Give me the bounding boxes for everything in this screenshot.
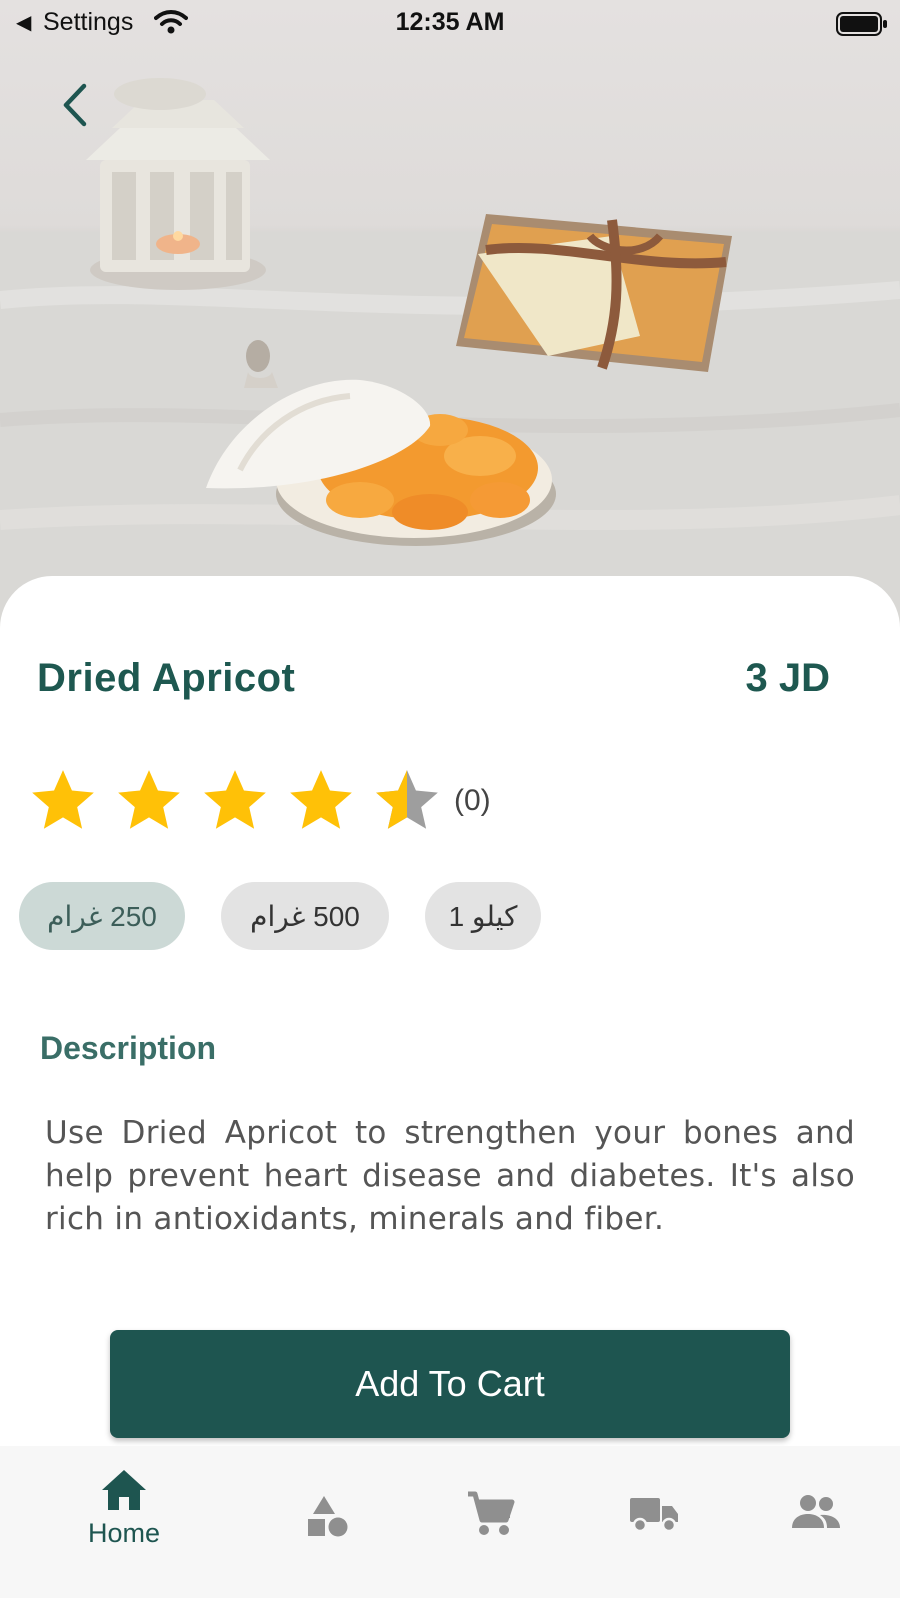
rating-count: (0) — [454, 784, 491, 817]
home-icon — [102, 1470, 146, 1510]
tab-categories[interactable] — [238, 1446, 418, 1598]
product-price: 3 JD — [745, 656, 831, 700]
rating-stars — [26, 764, 456, 838]
add-to-cart-button[interactable]: Add To Cart — [110, 1330, 790, 1438]
tab-home[interactable]: Home — [34, 1446, 214, 1598]
star-icon-filled — [118, 770, 180, 829]
description-text: Use Dried Apricot to strengthen your bon… — [45, 1115, 855, 1237]
star-icon-filled — [32, 770, 94, 829]
size-option-250g[interactable]: 250 غرام — [19, 882, 185, 950]
star-icon-filled — [290, 770, 352, 829]
tab-account[interactable] — [724, 1446, 900, 1598]
size-option-500g[interactable]: 500 غرام — [221, 882, 389, 950]
bottom-tab-bar: Home — [0, 1446, 900, 1598]
battery-icon — [836, 12, 888, 41]
size-option-1kg[interactable]: كيلو 1 — [425, 882, 541, 950]
product-detail-sheet — [0, 576, 900, 1598]
description-heading: Description — [40, 1030, 217, 1066]
clock: 12:35 AM — [395, 8, 505, 36]
back-button[interactable] — [54, 80, 98, 130]
star-icon-half — [376, 770, 438, 829]
product-title: Dried Apricot — [37, 656, 296, 700]
chevron-left-icon — [63, 83, 87, 127]
star-icon-filled — [204, 770, 266, 829]
tab-delivery[interactable] — [562, 1446, 742, 1598]
tab-cart[interactable] — [400, 1446, 580, 1598]
delivery-truck-icon — [630, 1498, 678, 1533]
people-icon — [792, 1495, 840, 1528]
status-bar: ◀ Settings 12:35 AM — [0, 0, 900, 48]
product-image — [0, 0, 900, 640]
gift-box-decoration — [456, 214, 732, 372]
lantern-decoration — [86, 78, 270, 290]
categories-icon — [308, 1496, 348, 1537]
tab-home-label: Home — [87, 1518, 161, 1548]
cart-icon — [468, 1491, 515, 1535]
